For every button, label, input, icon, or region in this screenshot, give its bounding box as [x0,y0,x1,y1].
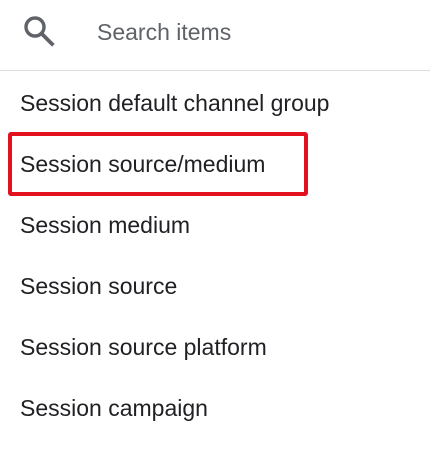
option-label: Session source [20,273,178,299]
option-session-campaign[interactable]: Session campaign [0,376,430,437]
option-label: Session medium [20,212,191,238]
option-session-source-platform[interactable]: Session source platform [0,315,430,376]
search-icon[interactable] [22,14,56,48]
option-label: Session default channel group [20,90,330,116]
option-session-medium[interactable]: Session medium [0,193,430,254]
option-label: Session source platform [20,334,267,360]
search-input[interactable] [97,12,407,52]
option-label: Session source/medium [20,151,266,177]
search-bar [0,0,430,71]
option-session-source[interactable]: Session source [0,254,430,315]
option-session-default-channel-group[interactable]: Session default channel group [0,71,430,132]
option-label: Session campaign [20,395,208,421]
dimension-picker: Session default channel group Session so… [0,0,430,468]
option-session-source-medium[interactable]: Session source/medium [0,132,430,193]
